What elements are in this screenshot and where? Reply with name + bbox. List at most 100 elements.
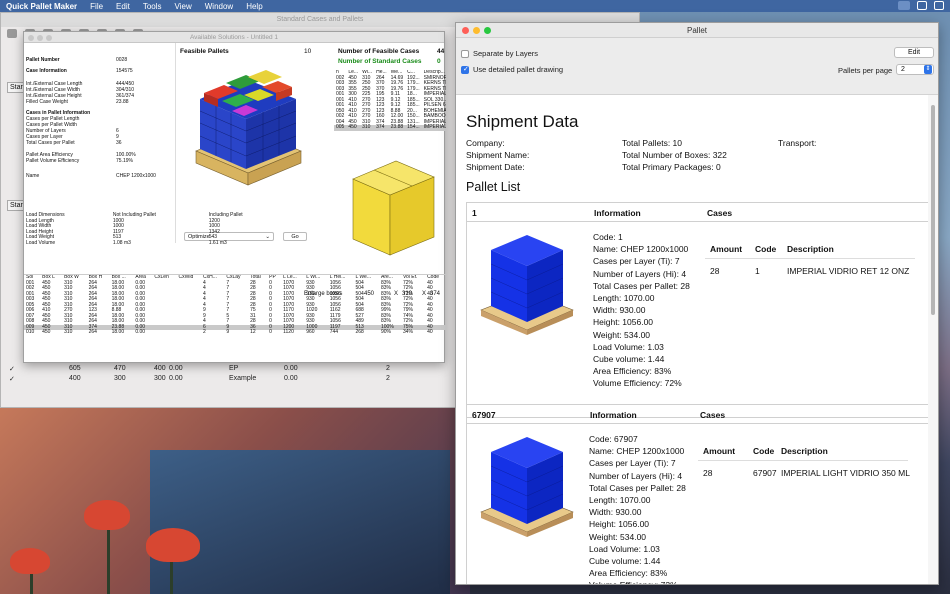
table-cell: 005 <box>336 124 345 130</box>
table-cell: 0 <box>269 329 272 335</box>
pallet-info-value: CHEP 1200x1000 <box>116 173 156 179</box>
total-primary: Total Primary Packages: 0 <box>622 162 721 172</box>
toolbar-new-icon[interactable] <box>7 29 17 38</box>
pallet-info-key: Pallet Number <box>26 57 60 63</box>
detailed-drawing-checkbox[interactable] <box>461 65 469 74</box>
zoom-icon[interactable] <box>484 27 491 34</box>
table-row[interactable]: 005450 310 374 23.88154...IMPERIAL... <box>334 124 446 131</box>
cases-code-header: Code <box>753 446 775 456</box>
pallet-info-line: Name: CHEP 1200x1000 <box>593 244 689 255</box>
pallet-info-line: Width: 930.00 <box>593 305 646 316</box>
menu-tools[interactable]: Tools <box>143 2 162 11</box>
pallet-info-value: 23.88 <box>116 99 129 105</box>
wallpaper-flower <box>84 500 130 530</box>
input-source-icon[interactable] <box>898 1 910 10</box>
cases-description-header: Description <box>781 446 828 456</box>
table-cell: IMPERIAL... <box>423 124 446 130</box>
zoom-icon[interactable] <box>46 35 52 41</box>
pallet-info-line: Area Efficiency: 83% <box>589 568 668 579</box>
pallet-info-line: Number of Layers (Hi): 4 <box>593 268 687 279</box>
pallet-card-body: Code: 1 Name: CHEP 1200x1000 Cases per Lay… <box>467 222 930 417</box>
menu-app-name[interactable]: Quick Pallet Maker <box>6 2 77 11</box>
bg-table-row[interactable]: ✓ 400 300 300 0.00 Example 0.00 2 <box>9 375 390 383</box>
stepper-icon: ⇕ <box>924 65 932 74</box>
minimize-icon[interactable] <box>37 35 43 41</box>
pallet-thumbnail <box>480 235 574 335</box>
menu-window[interactable]: Window <box>205 2 233 11</box>
bg-check-icon[interactable]: ✓ <box>9 365 69 373</box>
close-icon[interactable] <box>462 27 469 34</box>
pallet-info-value: 0028 <box>116 57 128 63</box>
table-cell: 34% <box>402 329 413 335</box>
menu-help[interactable]: Help <box>246 2 262 11</box>
table-cell: 23.88 <box>390 124 404 130</box>
table-cell: 90% <box>381 329 392 335</box>
pallets-per-page-value: 2 <box>901 66 905 73</box>
pallet-info-key: Name <box>26 173 40 179</box>
table-row[interactable]: 010 450 310 264 18.00 0.00 2 9 12 0 1120 960 744 268 9… <box>24 329 446 336</box>
cases-code: 1 <box>755 266 760 276</box>
pallet-info-key: Case Information <box>26 68 67 74</box>
edit-button[interactable]: Edit <box>894 47 934 58</box>
pallet-info-line: Cases per Layer (Ti): 7 <box>593 256 680 267</box>
pallet-info-row: Name CHEP 1200x1000 <box>26 173 174 179</box>
table-cell: 1120 <box>283 329 294 335</box>
table-cell: 960 <box>306 329 315 335</box>
table-cell: 310 <box>362 124 371 130</box>
pallet-info-line: Total Cases per Pallet: 28 <box>593 280 690 291</box>
case-3d-render <box>352 160 435 256</box>
total-boxes: Total Number of Boxes: 322 <box>622 150 727 160</box>
menu-file[interactable]: File <box>90 2 103 11</box>
control-center-icon[interactable] <box>934 1 944 10</box>
pallet-info-line: Cube volume: 1.44 <box>589 556 661 567</box>
separate-layers-checkbox[interactable] <box>461 50 469 58</box>
menu-view[interactable]: View <box>175 2 192 11</box>
pallet-scrollbar[interactable] <box>928 95 938 584</box>
menu-edit[interactable]: Edit <box>116 2 130 11</box>
pallet-card-header: 67907 Information Cases <box>467 405 930 424</box>
pallet-window: Pallet Separate by Layers Use detailed p… <box>455 22 939 585</box>
solutions-table: Sol Box L Box W Box H Box ... Area CxLen CxWid C… <box>24 274 446 364</box>
screen-mirror-icon[interactable] <box>917 1 927 10</box>
pallet-info-line: Load Volume: 1.03 <box>593 341 664 352</box>
shipment-name-label: Shipment Name: <box>466 150 530 160</box>
bg-check-icon[interactable]: ✓ <box>9 375 69 383</box>
case-table: n Le... Wi... He... We... C... Descrip... 002 45… <box>334 70 446 136</box>
cases-amount-header: Amount <box>710 244 743 254</box>
table-cell: 268 <box>355 329 364 335</box>
shipment-date-label: Shipment Date: <box>466 162 525 172</box>
table-cell: 264 <box>88 329 97 335</box>
pallet-info-line: Length: 1070.00 <box>589 495 651 506</box>
pallet-card-header: 1 Information Cases <box>467 203 930 222</box>
pallet-info-key: Pallet Volume Efficiency <box>26 158 80 164</box>
pallet-info-line: Height: 1056.00 <box>593 317 654 328</box>
pallet-info-line: Volume Efficiency: 72% <box>593 378 682 389</box>
table-cell: 154... <box>407 124 420 130</box>
pallet-card-info: Code: 67907 Name: CHEP 1200x1000 Cases per… <box>589 433 686 584</box>
go-button[interactable]: Go <box>283 232 307 241</box>
close-icon[interactable] <box>28 35 34 41</box>
cases-description-header: Description <box>787 244 834 254</box>
load-cell: Load Volume <box>26 239 56 246</box>
wallpaper-river <box>150 450 450 594</box>
cases-divider <box>705 258 915 259</box>
table-cell: 9 <box>226 329 230 335</box>
total-pallets: Total Pallets: 10 <box>622 138 683 148</box>
cases-code-header: Code <box>755 244 777 254</box>
table-cell: 374 <box>376 124 385 130</box>
pallet-info-row: Case Information 154575 <box>26 68 174 74</box>
bg-table-row[interactable]: ✓ 605 470 400 0.00 EP 0.00 2 <box>9 365 390 373</box>
solutions-title: Available Solutions - Untitled 1 <box>189 34 279 41</box>
pallet-window-title: Pallet <box>686 26 707 35</box>
pallet-info-row: Pallet Volume Efficiency 75.19% <box>26 158 174 164</box>
load-dimensions-panel: Load Dimensions Not Including Pallet Inclu… <box>24 212 284 275</box>
scroll-thumb[interactable] <box>931 105 935 315</box>
table-cell: 310 <box>64 329 73 335</box>
minimize-icon[interactable] <box>473 27 480 34</box>
feasible-pallets-label: Feasible Pallets <box>180 48 229 55</box>
pallet-report: Shipment Data Company: Total Pallets: 10… <box>456 95 930 584</box>
detailed-drawing-label: Use detailed pallet drawing <box>473 65 564 74</box>
table-cell: 12 <box>250 329 256 335</box>
pallets-per-page-select[interactable]: 2 ⇕ <box>896 64 934 75</box>
num-standard-value: 0 <box>437 58 441 65</box>
